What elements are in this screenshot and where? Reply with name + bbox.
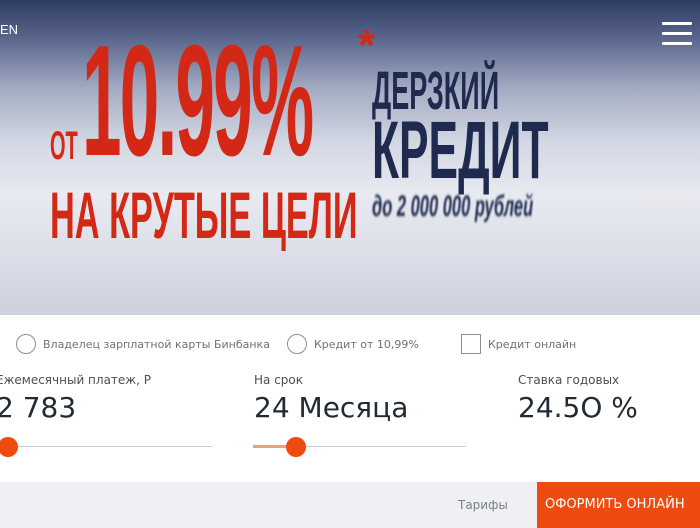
option-credit-rate[interactable]: Кредит от 10,99% xyxy=(287,333,419,355)
apply-online-button[interactable]: ОФОРМИТЬ ОНЛАЙН xyxy=(537,482,700,528)
annual-rate-value: 24.5O % xyxy=(518,391,638,424)
option-salary-card[interactable]: Владелец зарплатной карты Бинбанка xyxy=(16,333,270,355)
banner-goal-text: НА КРУТЫЕ ЦЕЛИ xyxy=(50,178,358,252)
radio-button[interactable] xyxy=(287,334,307,354)
slider-track xyxy=(8,446,212,447)
option-credit-online[interactable]: Кредит онлайн xyxy=(461,333,576,355)
slider-thumb[interactable] xyxy=(285,437,306,457)
annual-rate-label: Ставка годовых xyxy=(518,373,620,387)
option-label: Кредит от 10,99% xyxy=(314,337,419,351)
monthly-payment-slider[interactable] xyxy=(0,437,212,457)
loan-term-slider[interactable] xyxy=(253,437,466,457)
menu-icon[interactable] xyxy=(662,22,692,46)
menu-icon-line xyxy=(662,32,692,35)
checkbox[interactable] xyxy=(461,334,481,354)
banner-amount-text: до 2 000 000 рублей xyxy=(372,190,534,223)
option-label: Кредит онлайн xyxy=(488,337,577,351)
language-switch[interactable]: EN xyxy=(0,22,18,37)
loan-term: На срок 24 Месяца xyxy=(254,373,408,422)
monthly-payment-label: Ежемесячный платеж, Р xyxy=(0,373,151,387)
option-label: Владелец зарплатной карты Бинбанка xyxy=(43,337,270,351)
banner-rate-prefix: ОТ xyxy=(50,124,78,168)
monthly-payment: Ежемесячный платеж, Р 2 783 xyxy=(0,373,151,422)
slider-thumb[interactable] xyxy=(0,437,18,457)
menu-icon-line xyxy=(662,42,692,45)
loan-term-label: На срок xyxy=(254,373,303,387)
tariffs-link[interactable]: Тарифы xyxy=(458,498,508,512)
monthly-payment-value: 2 783 xyxy=(0,391,77,424)
menu-icon-line xyxy=(662,22,692,25)
action-bar: Тарифы ОФОРМИТЬ ОНЛАЙН xyxy=(0,482,700,528)
banner-brand-line2: КРЕДИТ xyxy=(372,105,549,196)
loan-calculator: Владелец зарплатной карты Бинбанка Креди… xyxy=(0,315,700,482)
annual-rate: Ставка годовых 24.5O % xyxy=(518,373,638,422)
radio-button[interactable] xyxy=(16,334,36,354)
promo-banner: EN ОТ 10.99% * НА КРУТЫЕ ЦЕЛИ ДЕРЗКИЙ КР… xyxy=(0,0,700,315)
loan-term-value: 24 Месяца xyxy=(254,391,409,424)
banner-rate-value: 10.99% xyxy=(82,13,314,189)
